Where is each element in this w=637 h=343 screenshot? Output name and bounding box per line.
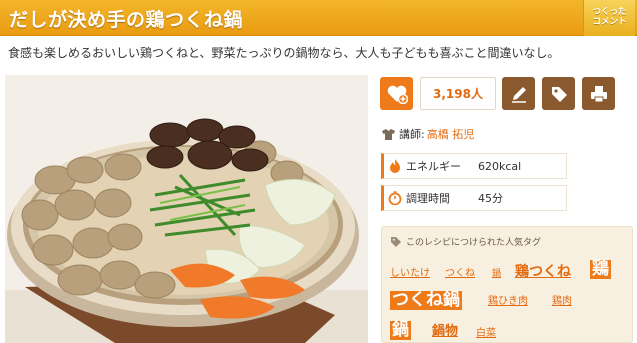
heart-plus-icon bbox=[387, 85, 408, 104]
print-button[interactable] bbox=[582, 77, 615, 110]
cooking-time-label: 調理時間 bbox=[406, 192, 450, 205]
add-tag-button[interactable] bbox=[542, 77, 575, 110]
title-bar: だしが決め手の鶏つくね鍋 つくった コメント bbox=[0, 0, 637, 36]
tag-link[interactable]: 白菜 bbox=[476, 329, 496, 339]
write-note-button[interactable] bbox=[502, 77, 535, 110]
energy-value: 620kcal bbox=[478, 159, 522, 173]
page-title: だしが決め手の鶏つくね鍋 bbox=[9, 9, 244, 31]
recipe-photo[interactable] bbox=[5, 75, 368, 343]
tag-link[interactable]: しいたけ bbox=[390, 269, 430, 279]
fire-icon bbox=[384, 159, 406, 173]
cooking-time-value: 45分 bbox=[478, 192, 503, 205]
cooking-time-row: 調理時間 45分 bbox=[381, 185, 567, 211]
hot-pot-image bbox=[5, 75, 368, 343]
favorite-button[interactable] bbox=[380, 77, 413, 110]
comment-button-line2: コメント bbox=[592, 17, 627, 27]
tag-link[interactable]: 鍋物 bbox=[432, 325, 458, 338]
tag-link[interactable]: 鶏肉 bbox=[552, 297, 572, 307]
tag-link[interactable]: 鍋 bbox=[492, 270, 501, 279]
tag-link[interactable]: つくね鍋 bbox=[390, 291, 462, 310]
lecturer-name-link[interactable]: 高橋 拓児 bbox=[427, 126, 475, 142]
comment-button-line1: つくった bbox=[592, 7, 627, 17]
tag-link[interactable]: つくね bbox=[445, 269, 475, 279]
tag-icon bbox=[391, 236, 401, 247]
energy-label: エネルギー bbox=[406, 160, 461, 173]
popular-tags-panel: このレシピにつけられた人気タグ しいたけ つくね 鍋 鶏つくね 鶏 つくね鍋 鶏… bbox=[381, 226, 633, 343]
tag-link[interactable]: 鶏 bbox=[590, 260, 611, 279]
favorite-count: 3,198人 bbox=[420, 77, 496, 110]
energy-row: エネルギー 620kcal bbox=[381, 153, 567, 179]
timer-icon bbox=[384, 191, 406, 205]
tag-link[interactable]: 鶏ひき肉 bbox=[488, 297, 528, 307]
tag-icon bbox=[551, 86, 567, 102]
chef-shirt-icon bbox=[382, 128, 395, 140]
recipe-description: 食感も楽しめるおいしい鶏つくねと、野菜たっぷりの鍋物なら、大人も子どもも喜ぶこと… bbox=[8, 46, 560, 60]
pencil-icon bbox=[511, 86, 526, 103]
printer-icon bbox=[590, 85, 607, 102]
tags-heading: このレシピにつけられた人気タグ bbox=[390, 235, 541, 248]
tag-link[interactable]: 鍋 bbox=[390, 321, 411, 340]
lecturer-label: 講師: bbox=[399, 128, 425, 141]
made-it-comment-button[interactable]: つくった コメント bbox=[583, 0, 635, 36]
tags-heading-text: このレシピにつけられた人気タグ bbox=[406, 238, 542, 248]
tag-link[interactable]: 鶏つくね bbox=[515, 265, 571, 279]
lecturer-line: 講師: 高橋 拓児 bbox=[382, 126, 474, 142]
